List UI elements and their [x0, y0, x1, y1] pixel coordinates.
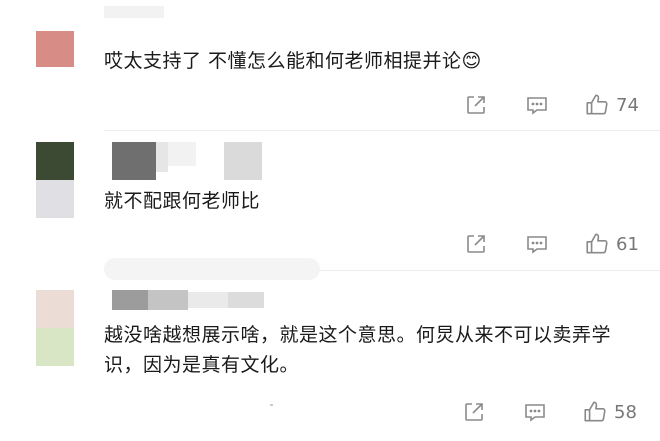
share-button[interactable] [462, 397, 486, 427]
like-count: 58 [614, 401, 637, 423]
reply-button[interactable] [523, 397, 547, 427]
comment-item: 就不配跟何老师比 61 [0, 130, 660, 258]
share-button[interactable] [464, 229, 488, 259]
artifact-dot [270, 404, 273, 406]
comment-icon [527, 97, 547, 115]
comment-actions: 58 [0, 397, 660, 427]
like-count: 61 [616, 233, 639, 255]
avatar[interactable] [36, 290, 74, 366]
like-count: 74 [616, 94, 639, 116]
comment-item: 哎太支持了 不懂怎么能和何老师相提并论😊 74 [0, 0, 660, 130]
like-button[interactable]: 61 [584, 229, 639, 259]
reply-button[interactable] [525, 229, 549, 259]
like-button[interactable]: 58 [582, 397, 637, 427]
comment-actions: 61 [0, 229, 660, 259]
comment-text: 越没啥越想展示啥，就是这个意思。何炅从来不可以卖弄学识，因为是真有文化。 [104, 324, 612, 376]
username[interactable] [104, 258, 324, 310]
username[interactable] [104, 142, 264, 180]
thumbs-up-icon [586, 233, 608, 254]
avatar[interactable] [36, 31, 74, 67]
username[interactable] [104, 6, 164, 18]
comment-actions: 74 [0, 90, 660, 120]
comment-item: 越没啥越想展示啥，就是这个意思。何炅从来不可以卖弄学识，因为是真有文化。 58 [0, 258, 660, 441]
avatar[interactable] [36, 142, 74, 218]
comment-text: 就不配跟何老师比 [104, 190, 261, 212]
smile-emoji: 😊 [461, 50, 482, 72]
comment-icon [527, 236, 547, 254]
share-icon [467, 235, 485, 253]
comment-icon [525, 404, 545, 422]
share-button[interactable] [464, 90, 488, 120]
comment-text: 哎太支持了 不懂怎么能和何老师相提并论😊 [104, 50, 482, 72]
thumbs-up-icon [586, 94, 608, 115]
share-icon [467, 96, 485, 114]
like-button[interactable]: 74 [584, 90, 639, 120]
share-icon [465, 403, 483, 421]
reply-button[interactable] [525, 90, 549, 120]
thumbs-up-icon [584, 401, 606, 422]
